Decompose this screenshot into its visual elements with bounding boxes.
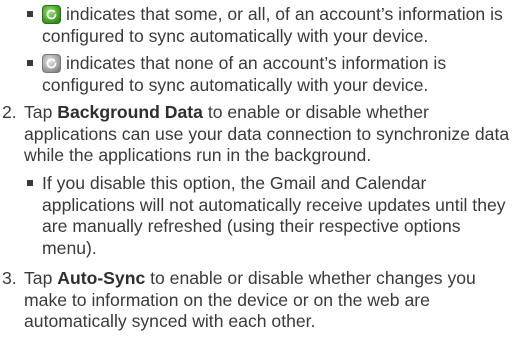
sync-off-text: indicates that none of an account’s info… <box>42 53 447 95</box>
step-background-data: 2. Tap Background Data to enable or disa… <box>2 102 512 167</box>
bullet-square <box>27 180 33 186</box>
list-item-sync-on: indicates that some, or all, of an accou… <box>27 4 510 47</box>
sync-inactive-icon <box>42 54 61 73</box>
step-number: 3. <box>2 268 17 288</box>
step-lead: Tap <box>24 102 58 122</box>
sync-on-text: indicates that some, or all, of an accou… <box>42 4 503 46</box>
list-item-disable-note: If you disable this option, the Gmail an… <box>27 173 510 259</box>
bullet-square <box>27 11 33 17</box>
step-auto-sync: 3. Tap Auto-Sync to enable or disable wh… <box>2 268 512 333</box>
auto-sync-label: Auto-Sync <box>57 268 146 288</box>
list-item-sync-off: indicates that none of an account’s info… <box>27 53 510 96</box>
disable-note-text: If you disable this option, the Gmail an… <box>42 173 506 258</box>
manual-page: indicates that some, or all, of an accou… <box>0 0 515 339</box>
step-lead: Tap <box>24 268 58 288</box>
background-data-label: Background Data <box>57 102 203 122</box>
bullet-square <box>27 60 33 66</box>
sync-active-icon <box>42 5 61 24</box>
step-number: 2. <box>2 102 17 122</box>
